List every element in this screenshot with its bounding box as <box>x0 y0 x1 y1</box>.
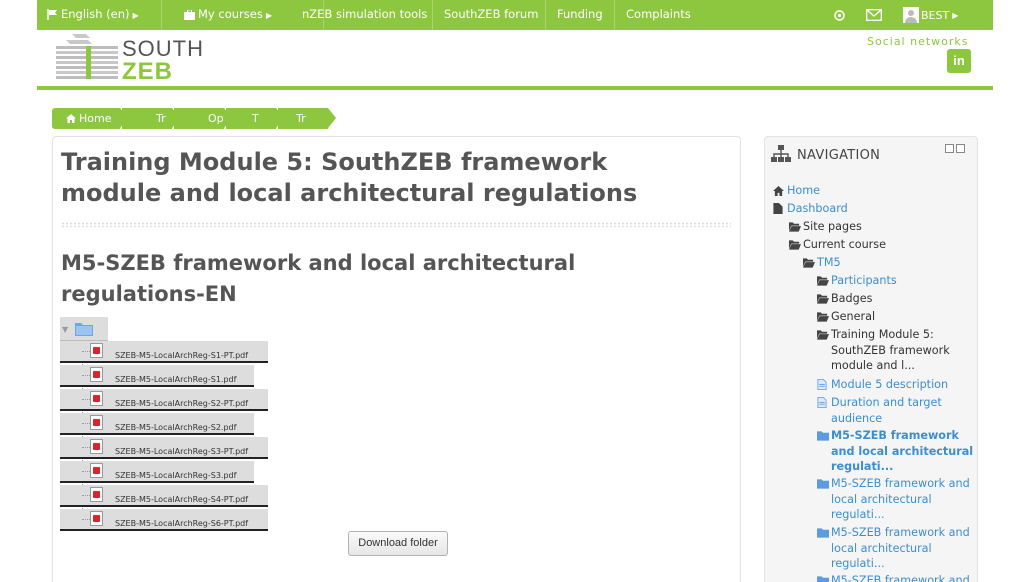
nav-item-label: M5-SZEB framework and local architectura… <box>831 526 970 570</box>
title-separator <box>61 222 731 228</box>
breadcrumb-item[interactable]: Op <box>174 108 232 129</box>
sitemap-icon <box>771 145 791 162</box>
nav-item-label: Badges <box>831 292 873 305</box>
folder-open-icon <box>817 275 829 286</box>
page-title: Training Module 5: SouthZEB framework mo… <box>61 148 638 207</box>
page-icon <box>817 397 829 408</box>
folder-open-icon <box>803 257 815 268</box>
nav-item-label: Home <box>787 184 821 197</box>
nav-item-label: Current course <box>803 238 886 251</box>
file-item[interactable]: SZEB-M5-LocalArchReg-S6-PT.pdf <box>60 509 268 531</box>
language-menu[interactable]: English (en) ▶ <box>37 0 162 30</box>
nav-item-label: Module 5 description <box>831 378 949 391</box>
southzeb-logo[interactable]: SOUTH ZEB <box>56 32 206 85</box>
folder-icon <box>817 430 829 441</box>
minimize-icon[interactable] <box>945 144 954 153</box>
nav-item-label: Dashboard <box>787 202 848 215</box>
caret-right-icon: ▶ <box>265 11 272 20</box>
southzeb-forum-link[interactable]: SouthZEB forum <box>434 0 546 30</box>
breadcrumb-item[interactable]: T <box>226 108 284 129</box>
nav-item-label: M5-SZEB framework and local architectura… <box>831 477 970 521</box>
breadcrumb-home[interactable]: Home <box>52 108 128 129</box>
page-icon <box>817 379 829 390</box>
pdf-icon <box>90 487 103 502</box>
folder-open-icon <box>789 239 801 250</box>
pdf-icon <box>90 439 103 454</box>
nzeb-simulation-link[interactable]: nZEB simulation tools <box>292 0 433 30</box>
folder-icon <box>75 323 93 336</box>
nav-item-label: M5-SZEB framework and local architectura… <box>831 429 974 473</box>
folder-tree-root[interactable]: ▼ <box>60 317 108 341</box>
caret-right-icon: ▶ <box>132 11 139 20</box>
pdf-icon <box>90 391 103 406</box>
folder-icon <box>817 527 829 538</box>
file-item[interactable]: SZEB-M5-LocalArchReg-S3.pdf <box>60 461 254 483</box>
building-logo-icon <box>56 34 118 79</box>
file-item[interactable]: SZEB-M5-LocalArchReg-S2.pdf <box>60 413 254 435</box>
file-item[interactable]: SZEB-M5-LocalArchReg-S3-PT.pdf <box>60 437 268 459</box>
pdf-icon <box>90 343 103 358</box>
pdf-icon <box>90 415 103 430</box>
logo-text-zeb: ZEB <box>122 58 173 85</box>
folder-icon <box>817 478 829 489</box>
home-icon <box>66 114 76 123</box>
navigation-title: NAVIGATION <box>797 148 881 163</box>
breadcrumb-item[interactable]: Tr <box>122 108 180 129</box>
document-icon <box>773 203 785 214</box>
file-item[interactable]: SZEB-M5-LocalArchReg-S1-PT.pdf <box>60 341 268 363</box>
dock-icon[interactable] <box>956 144 965 153</box>
linkedin-icon[interactable]: in <box>947 49 971 73</box>
folder-open-icon <box>817 293 829 304</box>
triangle-down-icon: ▼ <box>62 325 69 334</box>
user-menu[interactable]: BEST ▶ <box>903 0 963 30</box>
nav-item-label: General <box>831 310 876 323</box>
funding-link[interactable]: Funding <box>547 0 615 30</box>
folder-open-icon <box>789 221 801 232</box>
nav-item-label: Training Module 5: SouthZEB framework mo… <box>831 328 950 372</box>
caret-right-icon: ▶ <box>952 10 959 20</box>
home-icon <box>773 185 785 196</box>
nav-item-label: M5-SZEB framework and <box>831 574 970 582</box>
file-item[interactable]: SZEB-M5-LocalArchReg-S1.pdf <box>60 365 254 387</box>
briefcase-icon <box>184 9 195 20</box>
pdf-icon <box>90 511 103 526</box>
flag-icon <box>47 9 57 20</box>
avatar <box>903 7 919 23</box>
top-navbar: English (en) ▶ My courses ▶ nZEB simulatio… <box>37 0 993 30</box>
file-item[interactable]: SZEB-M5-LocalArchReg-S4-PT.pdf <box>60 485 268 507</box>
help-icon[interactable] <box>829 0 849 30</box>
nav-item-label: Duration and target audience <box>831 396 942 425</box>
download-folder-button[interactable]: Download folder <box>348 531 448 556</box>
social-networks-label: Social networks <box>867 35 969 48</box>
breadcrumb: Home Tr Op T Tr <box>52 108 336 129</box>
nav-item-label: Participants <box>831 274 897 287</box>
folder-open-icon <box>817 311 829 322</box>
folder-open-icon <box>817 329 829 340</box>
folder-title: M5-SZEB framework and local architectura… <box>61 251 576 306</box>
nav-item-label: Site pages <box>803 220 862 233</box>
file-item[interactable]: SZEB-M5-LocalArchReg-S2-PT.pdf <box>60 389 268 411</box>
pdf-icon <box>90 367 103 382</box>
folder-icon <box>817 575 829 582</box>
complaints-link[interactable]: Complaints <box>616 0 698 30</box>
mail-icon[interactable] <box>863 0 885 30</box>
nav-item-label: TM5 <box>817 256 841 269</box>
pdf-icon <box>90 463 103 478</box>
header-divider <box>37 86 993 90</box>
breadcrumb-item[interactable]: Tr <box>278 108 336 129</box>
